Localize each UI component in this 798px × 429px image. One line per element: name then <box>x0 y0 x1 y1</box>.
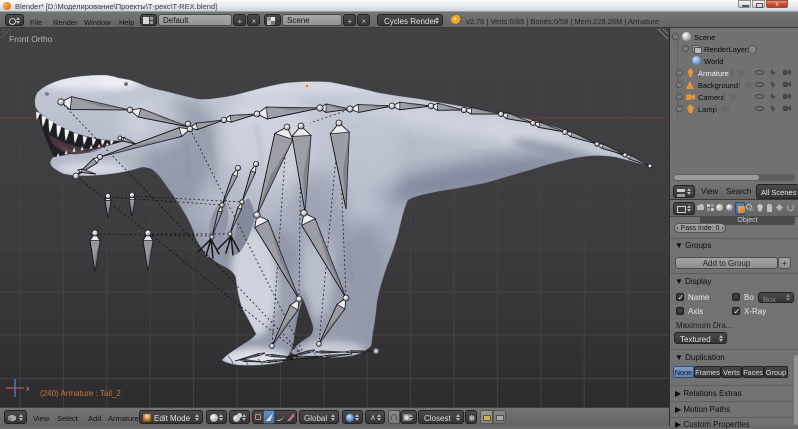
svg-text:x: x <box>26 386 30 393</box>
